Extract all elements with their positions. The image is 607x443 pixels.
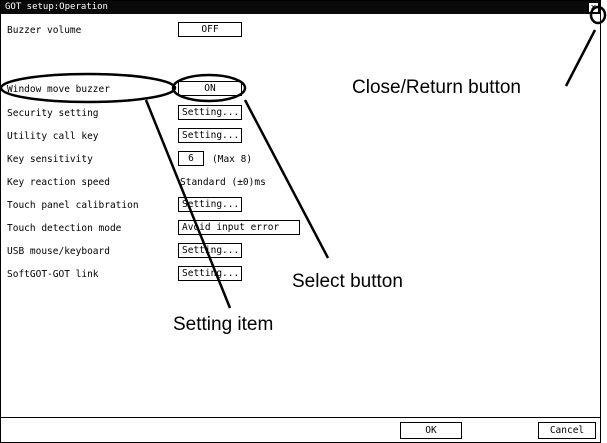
close-button-highlight-ellipse (589, 5, 607, 25)
close-return-leader-line (564, 29, 597, 87)
setting-item-highlight-ellipse (0, 72, 177, 104)
close-return-callout: Close/Return button (352, 77, 521, 98)
annotation-overlay (0, 5, 607, 309)
select-button-callout: Select button (292, 271, 403, 292)
setting-item-callout: Setting item (173, 314, 274, 335)
select-button-highlight-ellipse (171, 73, 247, 103)
setting-item-leader-line (144, 99, 232, 309)
select-button-leader-line (243, 99, 330, 259)
